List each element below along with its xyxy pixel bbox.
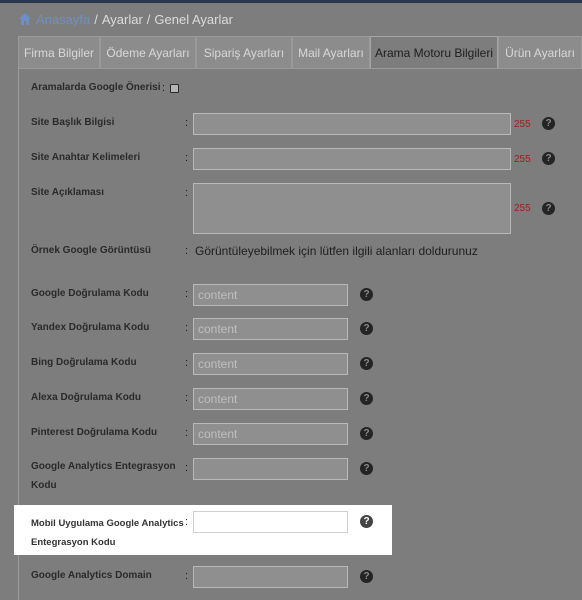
pinterest-verification-label: Pinterest Doğrulama Kodu bbox=[31, 427, 158, 438]
tab-arama-motoru-bilgileri[interactable]: Arama Motoru Bilgileri bbox=[370, 36, 498, 69]
breadcrumb-separator: / bbox=[146, 11, 151, 27]
help-icon[interactable]: ? bbox=[542, 117, 555, 130]
help-icon[interactable]: ? bbox=[542, 152, 555, 165]
help-icon[interactable]: ? bbox=[360, 515, 373, 528]
ga-integration-input[interactable] bbox=[193, 458, 348, 480]
breadcrumb-item-ayarlar[interactable]: Ayarlar bbox=[102, 12, 143, 27]
breadcrumb-separator: / bbox=[94, 11, 98, 27]
help-icon[interactable]: ? bbox=[360, 322, 373, 335]
site-title-counter: 255 bbox=[514, 119, 531, 130]
bing-verification-input[interactable]: content bbox=[193, 353, 348, 375]
google-verification-label: Google Doğrulama Kodu bbox=[31, 288, 149, 299]
yandex-verification-label: Yandex Doğrulama Kodu bbox=[31, 322, 150, 333]
home-icon[interactable] bbox=[18, 12, 32, 26]
site-title-label: Site Başlık Bilgisi bbox=[31, 117, 115, 128]
help-icon[interactable]: ? bbox=[360, 462, 373, 475]
alexa-verification-label: Alexa Doğrulama Kodu bbox=[31, 392, 142, 403]
colon: : bbox=[162, 82, 166, 94]
colon: : bbox=[185, 516, 189, 528]
colon: : bbox=[185, 117, 189, 129]
tab-urun-ayarlari[interactable]: Ürün Ayarları bbox=[498, 36, 582, 68]
colon: : bbox=[185, 427, 189, 439]
colon: : bbox=[185, 392, 189, 404]
colon: : bbox=[185, 187, 189, 199]
google-preview-label: Örnek Google Görüntüsü bbox=[31, 245, 152, 256]
pinterest-verification-input[interactable]: content bbox=[193, 423, 348, 445]
breadcrumb: Anasayfa / Ayarlar / Genel Ayarlar bbox=[18, 10, 233, 28]
help-icon[interactable]: ? bbox=[360, 570, 373, 583]
breadcrumb-item-genel-ayarlar: Genel Ayarlar bbox=[154, 11, 233, 27]
mobile-ga-integration-label: Mobil Uygulama Google Analytics Entegras… bbox=[31, 518, 184, 548]
help-icon[interactable]: ? bbox=[542, 202, 555, 215]
colon: : bbox=[185, 245, 189, 257]
google-suggest-checkbox[interactable] bbox=[170, 84, 179, 93]
breadcrumb-home-link[interactable]: Anasayfa bbox=[36, 12, 90, 27]
colon: : bbox=[185, 570, 189, 582]
site-description-textarea[interactable] bbox=[193, 183, 511, 234]
alexa-verification-input[interactable]: content bbox=[193, 388, 348, 410]
colon: : bbox=[185, 462, 189, 474]
top-bar bbox=[0, 0, 582, 3]
help-icon[interactable]: ? bbox=[360, 392, 373, 405]
site-keywords-label: Site Anahtar Kelimeleri bbox=[31, 152, 141, 163]
yandex-verification-input[interactable]: content bbox=[193, 318, 348, 340]
help-icon[interactable]: ? bbox=[360, 427, 373, 440]
colon: : bbox=[185, 288, 189, 300]
site-title-input[interactable] bbox=[193, 113, 511, 135]
bing-verification-label: Bing Doğrulama Kodu bbox=[31, 357, 137, 368]
ga-integration-label: Google Analytics Entegrasyon Kodu bbox=[31, 461, 176, 491]
mobile-ga-integration-input[interactable] bbox=[193, 511, 348, 533]
tab-siparis-ayarlari[interactable]: Sipariş Ayarları bbox=[196, 36, 292, 68]
site-keywords-counter: 255 bbox=[514, 154, 531, 165]
colon: : bbox=[185, 357, 189, 369]
google-verification-input[interactable]: content bbox=[193, 284, 348, 306]
google-preview-text: Görüntüleyebilmek için lütfen ilgili ala… bbox=[195, 244, 478, 258]
site-description-label: Site Açıklaması bbox=[31, 187, 105, 198]
ga-domain-input[interactable] bbox=[193, 566, 348, 588]
tab-firma-bilgiler[interactable]: Firma Bilgiler bbox=[18, 36, 100, 68]
colon: : bbox=[185, 152, 189, 164]
ga-domain-label: Google Analytics Domain bbox=[31, 570, 152, 581]
tab-odeme-ayarlari[interactable]: Ödeme Ayarları bbox=[100, 36, 196, 68]
help-icon[interactable]: ? bbox=[360, 357, 373, 370]
help-icon[interactable]: ? bbox=[360, 288, 373, 301]
google-suggest-label: Aramalarda Google Önerisi bbox=[31, 82, 161, 93]
settings-tabs: Firma Bilgiler Ödeme Ayarları Sipariş Ay… bbox=[18, 36, 582, 69]
colon: : bbox=[185, 322, 189, 334]
site-description-counter: 255 bbox=[514, 203, 531, 214]
site-keywords-input[interactable] bbox=[193, 148, 511, 170]
tab-mail-ayarlari[interactable]: Mail Ayarları bbox=[292, 36, 370, 68]
